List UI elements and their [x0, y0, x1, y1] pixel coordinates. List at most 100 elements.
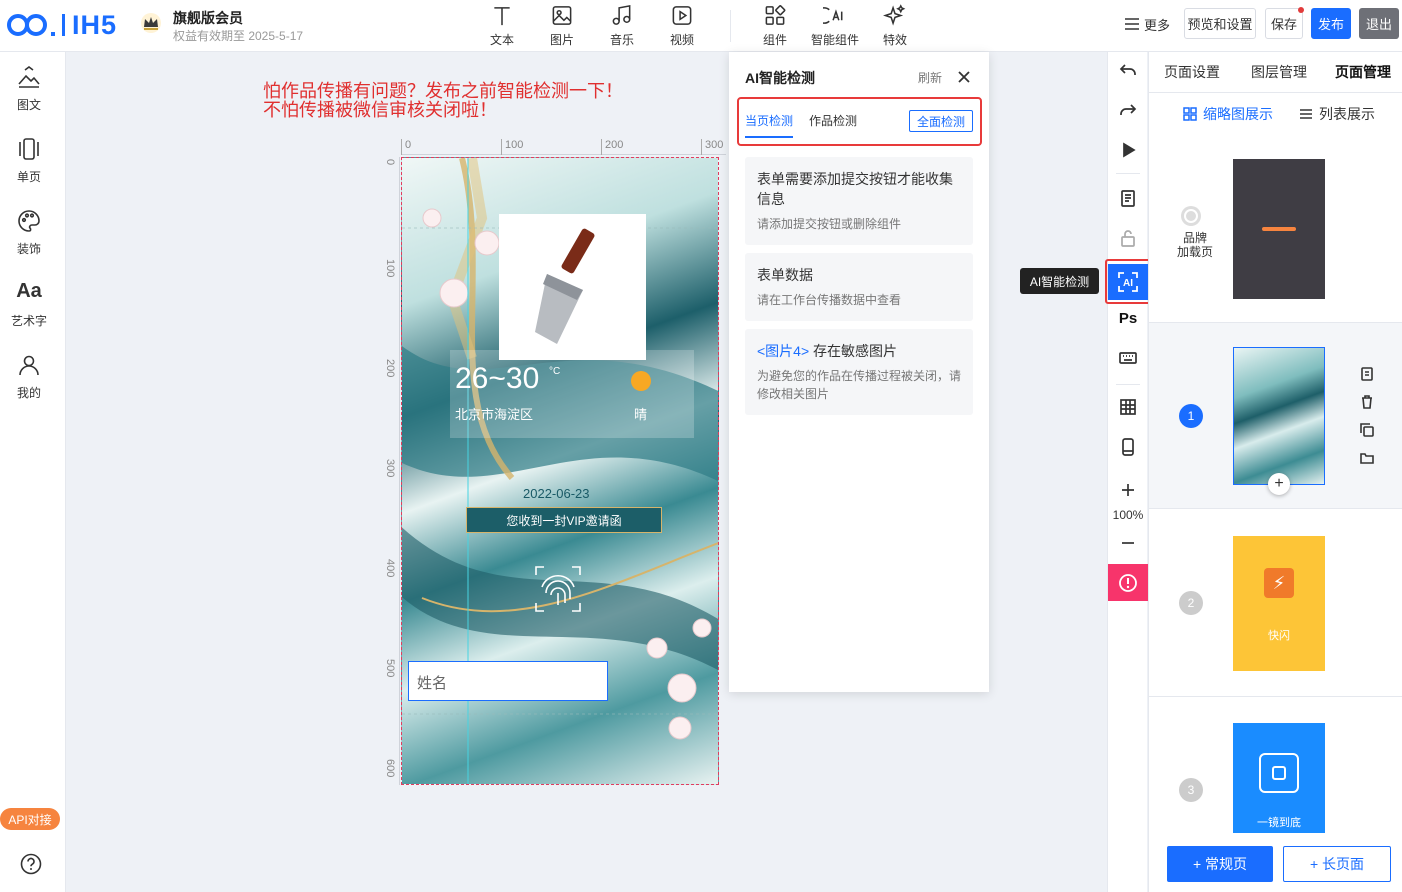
zoom-out-button[interactable]	[1108, 527, 1148, 559]
unsaved-dot	[1298, 7, 1304, 13]
ruler-top-label: 300	[705, 139, 724, 151]
member-info[interactable]: 旗舰版会员 权益有效期至 2025-5-17	[140, 10, 340, 44]
delete-page-button[interactable]	[1359, 394, 1375, 413]
page-thumbnail[interactable]	[1233, 347, 1325, 485]
ai-panel-title: AI智能检测	[745, 70, 815, 86]
page-thumbnail[interactable]: 一镜到底	[1233, 723, 1325, 833]
annotation-line-1: 怕作品传播有问题？发布之前智能检测一下！	[263, 81, 623, 101]
minus-icon	[1122, 542, 1134, 544]
trash-icon	[1362, 395, 1372, 409]
view-list-toggle[interactable]: 列表展示	[1299, 104, 1375, 124]
tool-ai-component-label: 智能组件	[811, 33, 860, 47]
issue-card[interactable]: 表单需要添加提交按钮才能收集信息 请添加提交按钮或删除组件	[745, 157, 973, 245]
ih5-logo[interactable]: IH5	[6, 10, 122, 40]
tool-text[interactable]: 文本	[478, 4, 526, 48]
more-button[interactable]: 更多	[1124, 13, 1170, 35]
move-to-folder-button[interactable]	[1359, 450, 1375, 469]
page-thumbnail[interactable]: ⚡ 快闪	[1233, 536, 1325, 671]
play-button[interactable]	[1108, 134, 1148, 166]
view-thumbnail-toggle[interactable]: 缩略图展示	[1183, 104, 1273, 124]
preview-settings-button[interactable]: 预览和设置	[1184, 8, 1256, 39]
ruler-left-label: 300	[384, 459, 396, 478]
page-canvas[interactable]: 26~30 °C 北京市海淀区 晴 2022-06-23 您收到一封VIP邀请函…	[401, 157, 719, 785]
warning-icon	[1119, 573, 1137, 592]
tab-work[interactable]: 作品检测	[809, 112, 857, 129]
tool-component-label: 组件	[762, 33, 787, 47]
api-button[interactable]: API对接	[0, 808, 60, 830]
unlock-icon	[1121, 230, 1135, 247]
sidebar-item-decoration[interactable]: 装饰	[0, 208, 58, 272]
issue-desc: 请添加提交按钮或删除组件	[757, 217, 902, 231]
ruler-left-label: 600	[384, 759, 396, 778]
duplicate-icon	[1360, 423, 1374, 437]
tool-music[interactable]: 音乐	[598, 4, 646, 48]
page-number: 1	[1179, 404, 1203, 428]
ruler-tick	[501, 139, 502, 155]
play-icon	[1123, 142, 1136, 158]
issue-card[interactable]: <图片4> 存在敏感图片 为避免您的作品在传播过程被关闭，请修改相关图片	[745, 329, 973, 415]
lock-button[interactable]	[1108, 222, 1148, 254]
close-icon[interactable]	[957, 70, 971, 84]
tool-effects[interactable]: 特效	[871, 4, 919, 48]
weather-widget[interactable]: 26~30 °C 北京市海淀区 晴	[450, 350, 694, 438]
divider	[1116, 384, 1140, 385]
loading-spinner-icon	[1181, 206, 1201, 226]
help-icon[interactable]	[20, 853, 42, 875]
copy-page-button[interactable]	[1359, 366, 1375, 385]
ruler-left-label: 400	[384, 559, 396, 578]
refresh-button[interactable]: 刷新	[918, 69, 942, 86]
ruler-tick	[401, 139, 402, 155]
loading-page-thumbnail[interactable]	[1233, 159, 1325, 299]
publish-button[interactable]: 发布	[1311, 8, 1351, 39]
sparkle-icon	[883, 4, 906, 26]
exit-button[interactable]: 退出	[1359, 8, 1399, 39]
tool-image[interactable]: 图片	[538, 4, 586, 48]
tool-ai-component[interactable]: 智能组件	[811, 4, 859, 48]
sidebar-item-art-text[interactable]: Aa 艺术字	[0, 280, 58, 344]
invite-banner[interactable]: 您收到一封VIP邀请函	[466, 507, 662, 533]
undo-icon	[1119, 64, 1136, 75]
grid-button[interactable]	[1108, 391, 1148, 423]
device-button[interactable]	[1108, 431, 1148, 463]
name-input[interactable]: 姓名	[408, 661, 608, 701]
document-icon	[1121, 190, 1135, 207]
tab-current-page[interactable]: 当页检测	[745, 112, 793, 129]
page-divider	[1149, 508, 1402, 509]
add-normal-page-button[interactable]: + 常规页	[1167, 846, 1273, 882]
issue-image-link[interactable]: <图片4>	[757, 343, 809, 359]
tab-page-management[interactable]: 页面管理	[1323, 52, 1402, 92]
alert-button[interactable]	[1108, 564, 1148, 601]
issue-title: 表单需要添加提交按钮才能收集信息	[757, 171, 953, 207]
full-check-button[interactable]: 全面检测	[909, 110, 973, 132]
tab-page-settings[interactable]: 页面设置	[1149, 52, 1235, 92]
temperature-unit: °C	[549, 366, 561, 377]
tool-effects-label: 特效	[882, 33, 907, 47]
sidebar-item-single-page[interactable]: 单页	[0, 136, 58, 200]
zoom-level: 100%	[1112, 508, 1144, 522]
city: 北京市海淀区	[455, 407, 534, 422]
ruler-left-label: 0	[384, 159, 396, 166]
tab-layer-management[interactable]: 图层管理	[1235, 52, 1323, 92]
sidebar-item-mine[interactable]: 我的	[0, 352, 58, 416]
keyboard-button[interactable]	[1108, 342, 1148, 374]
sidebar-label-image-text: 图文	[16, 98, 41, 112]
undo-button[interactable]	[1108, 54, 1148, 86]
copy-button[interactable]	[1108, 182, 1148, 214]
issue-card[interactable]: 表单数据 请在工作台传播数据中查看	[745, 253, 973, 321]
tool-component[interactable]: 组件	[751, 4, 799, 48]
component-icon	[765, 5, 786, 25]
ai-check-button[interactable]: AI	[1108, 264, 1148, 300]
duplicate-page-button[interactable]	[1359, 422, 1375, 441]
knife-image[interactable]	[499, 214, 646, 360]
ps-button[interactable]: Ps	[1108, 302, 1148, 334]
ruler-top-label: 100	[505, 139, 524, 151]
fingerprint-icon[interactable]	[532, 563, 584, 615]
zoom-in-button[interactable]	[1108, 474, 1148, 506]
tool-video[interactable]: 视频	[658, 4, 706, 48]
redo-button[interactable]	[1108, 94, 1148, 126]
add-page-button[interactable]: +	[1268, 473, 1290, 495]
sidebar-item-image-text[interactable]: 图文	[0, 64, 58, 128]
cleaver-icon	[535, 228, 595, 344]
add-long-page-button[interactable]: + 长页面	[1283, 846, 1391, 882]
save-button[interactable]: 保存	[1265, 7, 1304, 39]
